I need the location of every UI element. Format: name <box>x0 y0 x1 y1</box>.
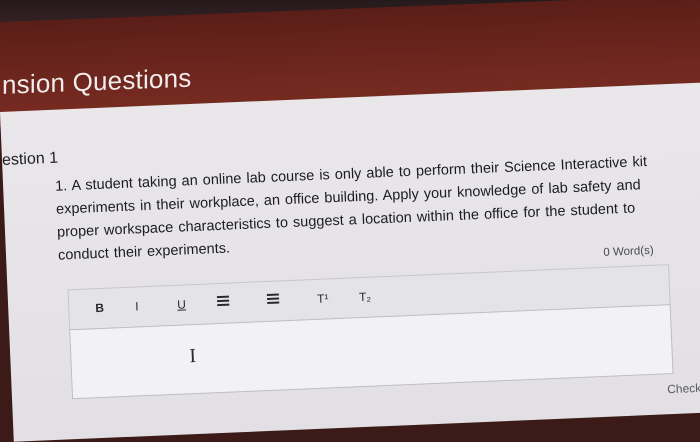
numbered-list-icon[interactable] <box>266 291 280 305</box>
question-text: 1. A student taking an online lab course… <box>54 153 648 264</box>
text-cursor-icon: I <box>188 345 197 368</box>
superscript-button[interactable]: T¹ <box>317 291 329 305</box>
bulleted-list-icon[interactable] <box>216 294 230 308</box>
subscript-button[interactable]: T₂ <box>359 290 372 304</box>
question-number-label: estion 1 <box>1 149 59 169</box>
check-answer-button[interactable]: Check A <box>667 380 700 396</box>
question-panel: estion 1 1. A student taking an online l… <box>0 81 700 442</box>
word-count: 0 Word(s) <box>603 244 654 259</box>
page-title: nsion Questions <box>2 62 192 100</box>
bold-button[interactable]: B <box>95 301 104 315</box>
underline-button[interactable]: U <box>177 297 186 311</box>
italic-button[interactable]: I <box>135 299 139 313</box>
